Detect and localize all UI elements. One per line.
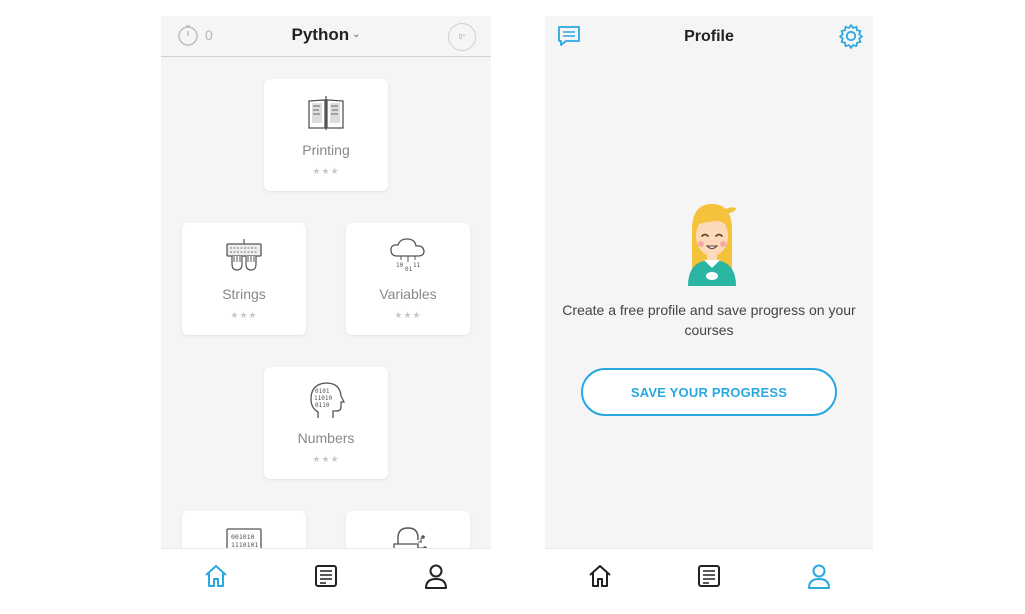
lesson-card-numbers[interactable]: 0101 11010 0110 Numbers ★★★ <box>264 367 388 479</box>
keyboard-icon <box>226 239 262 271</box>
lesson-stars: ★★★ <box>230 310 258 320</box>
page-title: Profile <box>684 28 734 45</box>
binary-head-icon: 0101 11010 0110 <box>310 382 346 418</box>
course-title: Python <box>291 25 350 44</box>
bottom-nav <box>545 548 873 606</box>
lesson-label: Variables <box>379 286 437 302</box>
course-selector[interactable]: Python ⌄ <box>161 25 491 45</box>
lesson-label: Strings <box>222 286 266 302</box>
chevron-down-icon: ⌄ <box>352 29 361 40</box>
home-icon[interactable] <box>203 563 229 589</box>
profile-header: Profile <box>545 16 873 56</box>
svg-text:11010: 11010 <box>314 395 332 402</box>
timer-icon[interactable]: 0° <box>448 23 476 51</box>
save-progress-button[interactable]: SAVE YOUR PROGRESS <box>581 368 837 416</box>
course-header: 0 Python ⌄ 0° <box>161 16 491 56</box>
lesson-card-strings[interactable]: Strings ★★★ <box>182 223 306 335</box>
profile-message: Create a free profile and save progress … <box>562 302 856 338</box>
user-icon[interactable] <box>806 563 832 589</box>
user-icon[interactable] <box>423 563 449 589</box>
gear-icon[interactable] <box>838 23 864 49</box>
lesson-stars: ★★★ <box>394 310 422 320</box>
svg-text:0110: 0110 <box>315 402 330 409</box>
document-icon[interactable] <box>313 563 339 589</box>
book-icon <box>308 96 344 130</box>
profile-screen: Profile Create a free profile and save p… <box>545 16 873 606</box>
svg-text:11: 11 <box>413 262 421 269</box>
lesson-card-printing[interactable]: Printing ★★★ <box>264 79 388 191</box>
girl-avatar-icon <box>688 204 736 286</box>
bottom-nav <box>161 548 491 606</box>
course-screen: 0 Python ⌄ 0° Printing ★★★ Strings ★★★ 1… <box>161 16 491 606</box>
lesson-stars: ★★★ <box>312 454 340 464</box>
lesson-stars: ★★★ <box>312 166 340 176</box>
cloud-data-icon: 10 01 11 <box>390 238 425 273</box>
svg-text:10: 10 <box>396 262 404 269</box>
svg-text:01: 01 <box>405 266 413 273</box>
header-divider <box>161 56 491 57</box>
lesson-label: Numbers <box>297 430 355 446</box>
document-icon[interactable] <box>696 563 722 589</box>
lesson-card-variables[interactable]: 10 01 11 Variables ★★★ <box>346 223 470 335</box>
lesson-label: Printing <box>302 142 350 158</box>
home-icon[interactable] <box>587 563 613 589</box>
svg-text:001010: 001010 <box>231 533 255 541</box>
svg-text:0101: 0101 <box>315 388 330 395</box>
